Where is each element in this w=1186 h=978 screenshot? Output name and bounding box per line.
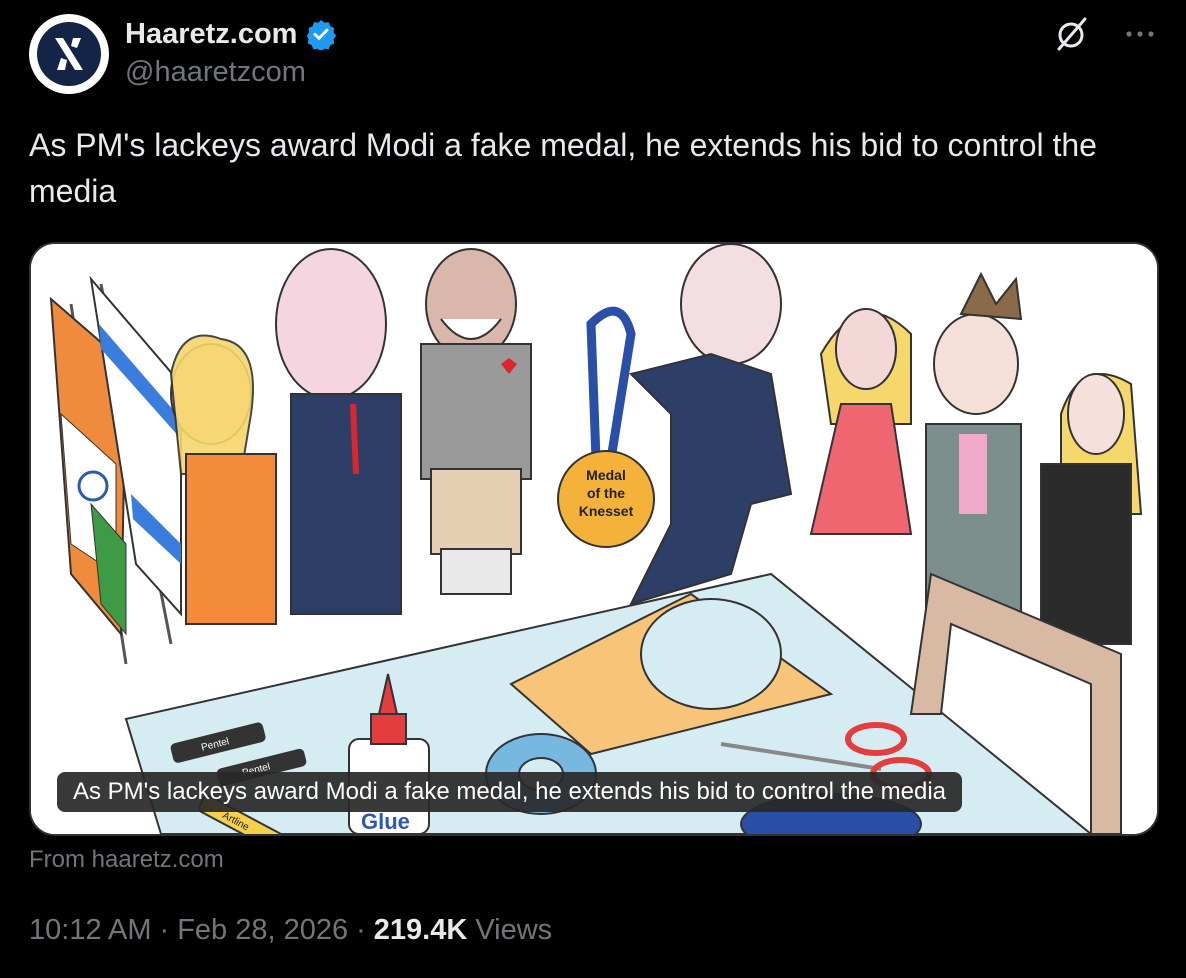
- meta-separator: ·: [159, 914, 170, 946]
- tweet-text: As PM's lackeys award Modi a fake medal,…: [29, 127, 1097, 209]
- media-caption: As PM's lackeys award Modi a fake medal,…: [57, 772, 963, 812]
- medal-text-1: Medal: [586, 467, 626, 483]
- handle[interactable]: @haaretzcom: [125, 56, 337, 89]
- tweet-date[interactable]: Feb 28, 2026: [177, 914, 348, 947]
- name-row: Haaretz.com: [125, 14, 337, 54]
- meta-separator: ·: [356, 914, 366, 946]
- cartoon-illustration: Medal of the Knesset Pentel Pentel Glue …: [31, 244, 1157, 834]
- medal-text-2: of the: [587, 485, 625, 501]
- haaretz-logo-icon: [37, 22, 101, 86]
- top-actions: [1052, 14, 1160, 54]
- glue-label: Glue: [361, 809, 410, 834]
- grok-slash-icon[interactable]: [1052, 14, 1092, 54]
- display-name[interactable]: Haaretz.com: [125, 18, 297, 51]
- avatar[interactable]: [29, 14, 109, 94]
- tweet: Haaretz.com @haaretzcom As PM's lackeys …: [0, 0, 1186, 978]
- author-block: Haaretz.com @haaretzcom: [125, 14, 337, 89]
- verified-badge-icon[interactable]: [305, 18, 337, 50]
- views-count[interactable]: 219.4K: [374, 914, 468, 947]
- more-dots-icon[interactable]: [1120, 14, 1160, 54]
- media-image[interactable]: Medal of the Knesset Pentel Pentel Glue …: [29, 242, 1159, 836]
- medal-text-3: Knesset: [579, 503, 634, 519]
- views-label: Views: [475, 914, 553, 946]
- tweet-meta: 10:12 AM · Feb 28, 2026 · 219.4K Views: [29, 914, 552, 947]
- tweet-time[interactable]: 10:12 AM: [29, 914, 152, 947]
- source-link[interactable]: From haaretz.com: [29, 846, 224, 874]
